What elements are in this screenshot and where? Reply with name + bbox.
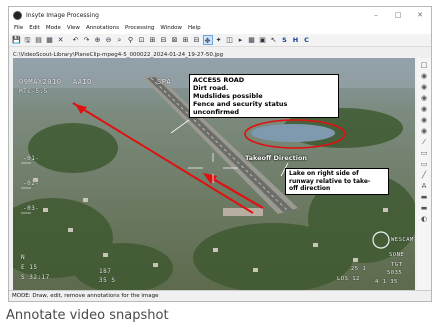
grid-x-icon[interactable]: ⊠: [170, 35, 180, 45]
access-road-title: ACCESS ROAD: [193, 76, 245, 84]
menu-bar: File Edit Mode View Annotations Processi…: [9, 23, 431, 34]
osd-bottom-left-2: E 15: [21, 264, 38, 271]
grid-minus-icon[interactable]: ⊟: [159, 35, 169, 45]
osd-bottom-left-3: S 32:17: [21, 274, 50, 281]
arrow-tool-icon[interactable]: ╱: [420, 171, 428, 179]
paste-icon[interactable]: ▦: [45, 35, 55, 45]
zoom-in-icon[interactable]: ⊕: [93, 35, 103, 45]
menu-file[interactable]: File: [11, 23, 26, 34]
copy-icon[interactable]: ▤: [34, 35, 44, 45]
play-icon[interactable]: ▸: [236, 35, 246, 45]
access-road-line-2: Mudslides possible: [193, 92, 263, 100]
osd-bottom-mid-1: 187: [99, 268, 112, 275]
takeoff-direction-label[interactable]: Takeoff Direction: [245, 154, 307, 162]
lake-line-3: off direction: [289, 185, 331, 192]
app-icon: [13, 10, 22, 20]
image-canvas[interactable]: 09MAY2010 AAID SPA MTC-5.5 -01- -02- -03…: [13, 58, 415, 290]
osd-scale-3: -03-: [23, 205, 40, 212]
caption: Annotate video snapshot: [6, 308, 169, 323]
color-tool-icon[interactable]: ◐: [420, 215, 428, 223]
grid-icon[interactable]: ⊞: [148, 35, 158, 45]
maximize-button[interactable]: □: [387, 11, 409, 19]
lake-annotation[interactable]: Lake on right side of runway relative to…: [285, 168, 389, 195]
fill-tool-2-icon[interactable]: ▬: [420, 204, 428, 212]
toolbar-separator: [67, 35, 70, 45]
circle-tool-5-icon[interactable]: ◉: [420, 116, 428, 124]
title-bar: Insyte Image Processing – □ ✕: [9, 7, 431, 23]
frame-icon[interactable]: ⊡: [137, 35, 147, 45]
circle-tool-4-icon[interactable]: ◉: [420, 105, 428, 113]
app-window: Insyte Image Processing – □ ✕ File Edit …: [8, 6, 432, 302]
layer-minus-icon[interactable]: ⊟: [192, 35, 202, 45]
terminal: [223, 208, 263, 216]
zoom-out-icon[interactable]: ⊖: [104, 35, 114, 45]
osd-scale-2: -02-: [23, 180, 40, 187]
layer-icon[interactable]: ⊞: [181, 35, 191, 45]
fill-tool-1-icon[interactable]: ▬: [420, 193, 428, 201]
text-tool-icon[interactable]: A: [420, 182, 428, 190]
access-road-line-3: Fence and security status unconfirmed: [193, 100, 288, 116]
toolbar-s-button[interactable]: S: [280, 35, 290, 45]
osd-wescam: WESCAM: [391, 237, 414, 243]
delete-icon[interactable]: ✕: [56, 35, 66, 45]
osd-bottom-right-3: LOS 12: [337, 276, 360, 282]
box-tool-1-icon[interactable]: ▭: [420, 149, 428, 157]
access-road-line-1: Dirt road.: [193, 84, 229, 92]
osd-bottom-right-2: 25 1: [351, 266, 367, 272]
osd-bottom-mid-2: 35 S: [99, 277, 116, 284]
lake-line-2: runway relative to take-: [289, 177, 371, 185]
save-icon[interactable]: 💾: [12, 35, 22, 45]
lake-line-1: Lake on right side of: [289, 170, 359, 177]
osd-mode: SPA: [157, 78, 172, 86]
circle-tool-1-icon[interactable]: ◉: [420, 72, 428, 80]
box-icon[interactable]: ▣: [258, 35, 268, 45]
osd-bottom-right-5: 5035: [387, 270, 403, 276]
pin-icon[interactable]: ⚲: [126, 35, 136, 45]
undo-icon[interactable]: ↶: [71, 35, 81, 45]
menu-view[interactable]: View: [64, 23, 83, 34]
menu-window[interactable]: Window: [157, 23, 185, 34]
box-tool-2-icon[interactable]: ▭: [420, 160, 428, 168]
toolbar-h-button[interactable]: H: [291, 35, 301, 45]
toolbar: 💾 🖫 ▤ ▦ ✕ ↶ ↷ ⊕ ⊖ ⌕ ⚲ ⊡ ⊞ ⊟ ⊠ ⊞ ⊟ ✥ ✦ ◫ …: [9, 34, 431, 47]
menu-edit[interactable]: Edit: [26, 23, 43, 34]
rect-tool-icon[interactable]: □: [420, 61, 428, 69]
window-title: Insyte Image Processing: [26, 11, 99, 19]
annotation-toolbox: □ ◉ ◉ ◉ ◉ ◉ ◉ ⁄ ▭ ▭ ╱ A ▬ ▬ ◐: [417, 58, 431, 290]
circle-tool-2-icon[interactable]: ◉: [420, 83, 428, 91]
menu-annotations[interactable]: Annotations: [83, 23, 122, 34]
save-as-icon[interactable]: 🖫: [23, 35, 33, 45]
redo-icon[interactable]: ↷: [82, 35, 92, 45]
menu-mode[interactable]: Mode: [43, 23, 64, 34]
line-tool-icon[interactable]: ⁄: [420, 138, 428, 146]
osd-date: 09MAY2010: [19, 78, 62, 86]
pointer-icon[interactable]: ↖: [269, 35, 279, 45]
osd-bottom-right-6: 4 1 35: [375, 279, 398, 285]
move-icon[interactable]: ✥: [202, 35, 213, 45]
access-road-annotation[interactable]: ACCESS ROAD Dirt road. Mudslides possibl…: [189, 74, 339, 118]
star-icon[interactable]: ✦: [214, 35, 224, 45]
circle-tool-6-icon[interactable]: ◉: [420, 127, 428, 135]
menu-help[interactable]: Help: [185, 23, 204, 34]
osd-sub: MTC-5.5: [19, 88, 48, 95]
lake: [251, 124, 335, 142]
close-button[interactable]: ✕: [409, 11, 431, 19]
osd-scale-1: -01-: [23, 155, 40, 162]
osd-bottom-left-1: N: [21, 254, 26, 261]
osd-code: AAID: [73, 78, 92, 86]
panel-icon[interactable]: ◫: [225, 35, 235, 45]
table-icon[interactable]: ▦: [247, 35, 257, 45]
minimize-button[interactable]: –: [365, 11, 387, 19]
status-bar: MODE: Draw, edit, remove annotations for…: [9, 290, 431, 301]
toolbar-c-button[interactable]: C: [302, 35, 312, 45]
circle-tool-3-icon[interactable]: ◉: [420, 94, 428, 102]
osd-bottom-right-1: SONE: [389, 252, 405, 258]
zoom-fit-icon[interactable]: ⌕: [115, 35, 125, 45]
osd-bottom-right-4: TGT: [391, 262, 403, 268]
menu-processing[interactable]: Processing: [122, 23, 157, 34]
